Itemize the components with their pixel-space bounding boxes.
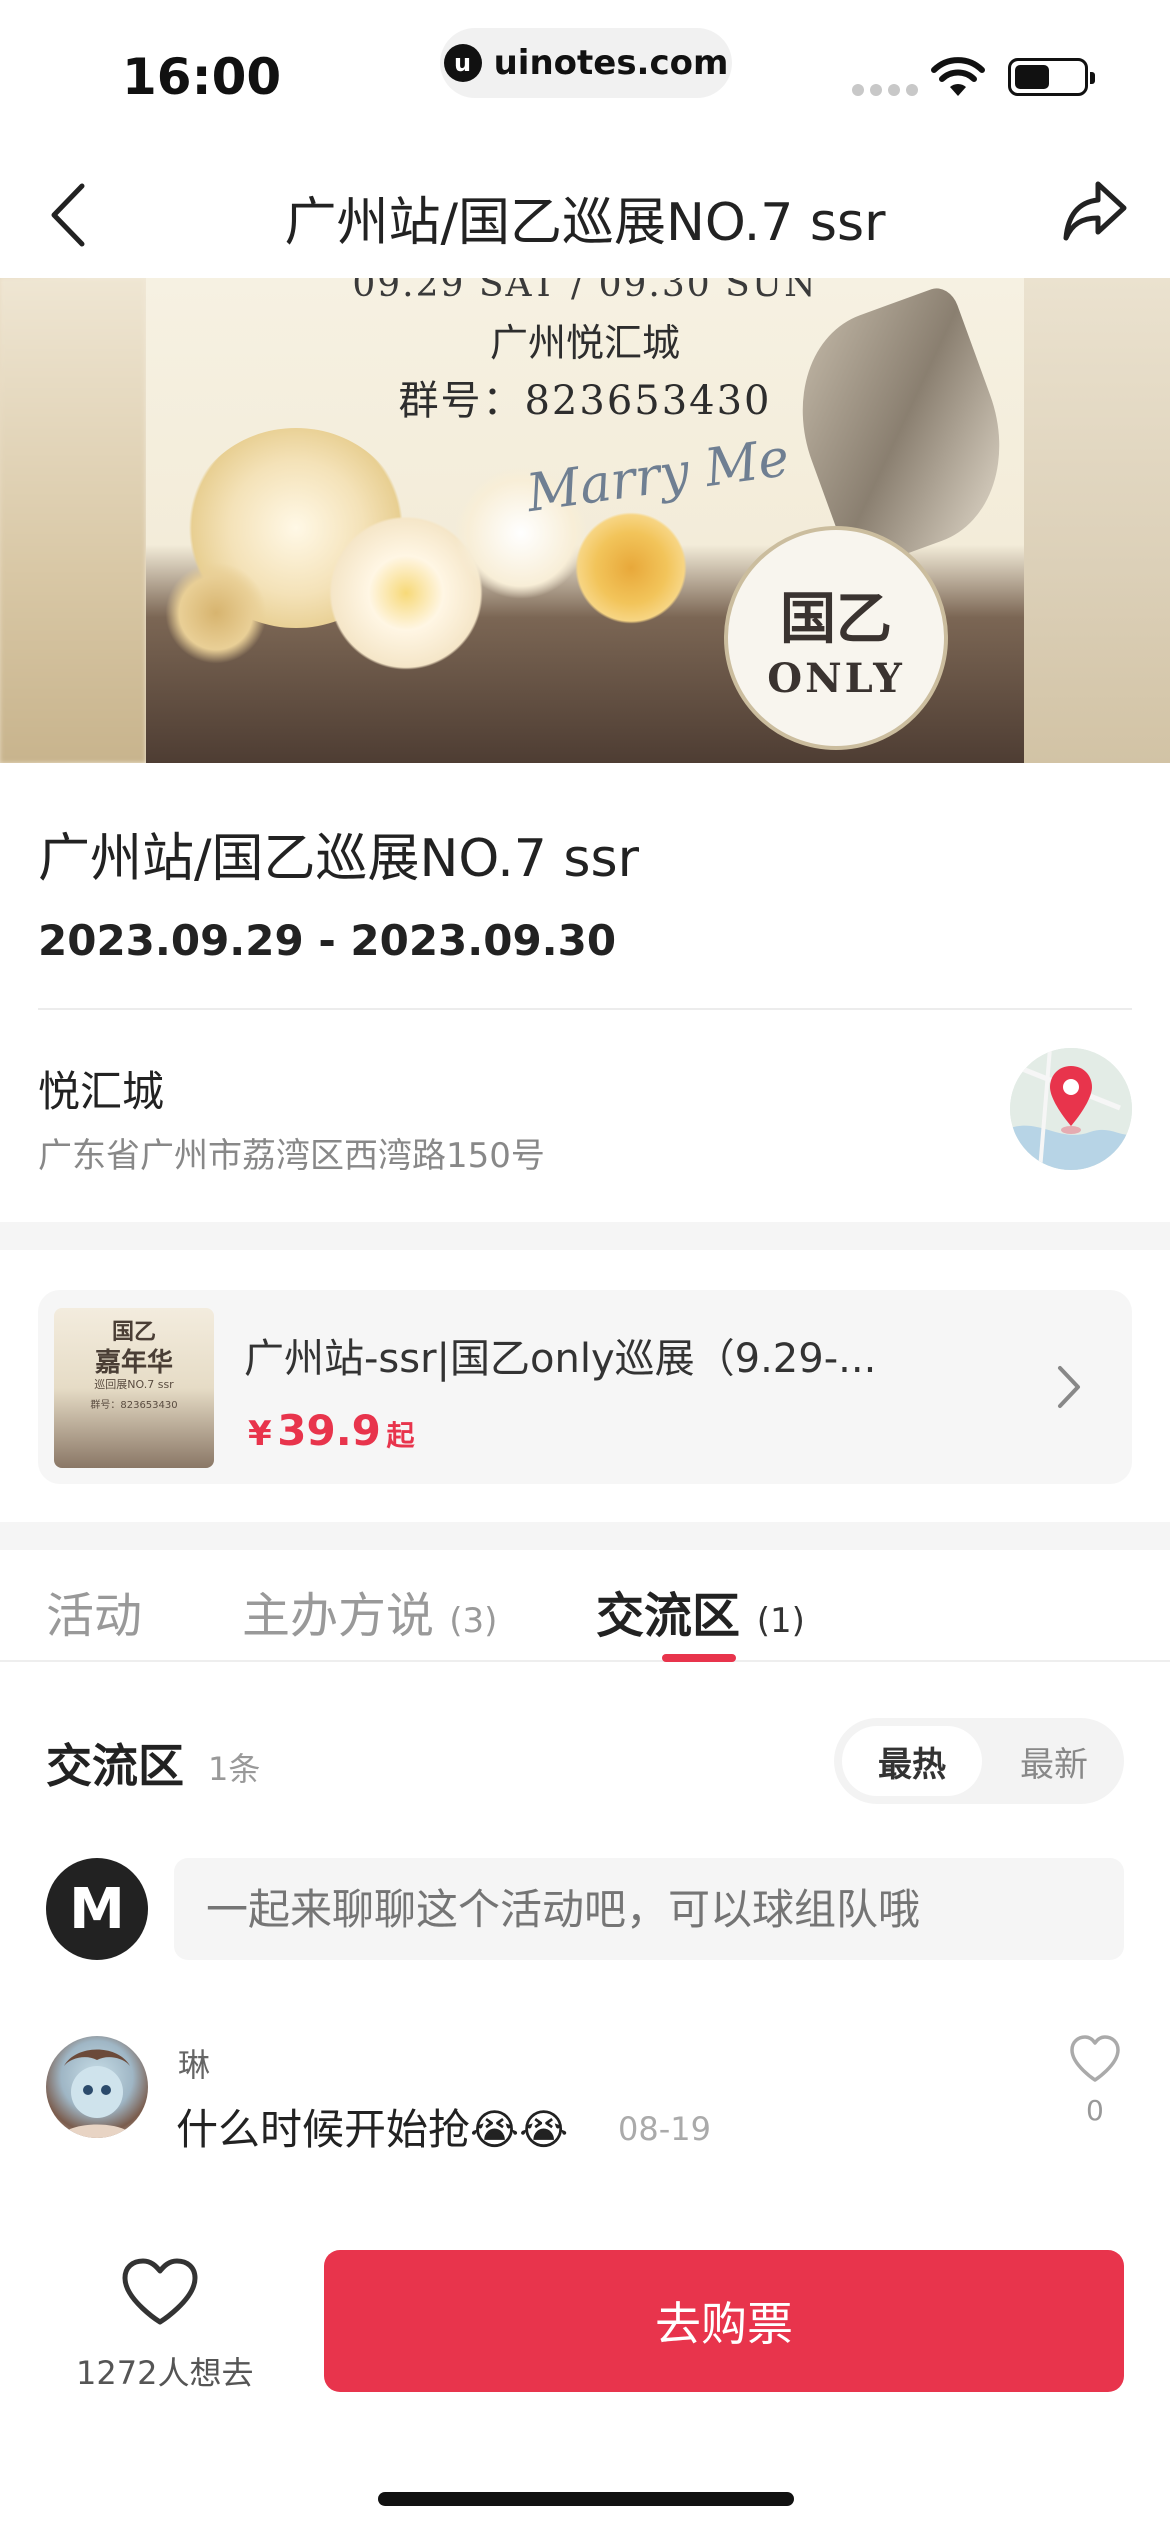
- comment-date: 08-19: [618, 2110, 711, 2148]
- poster-dates: 09.29 SAT / 09.30 SUN: [352, 278, 818, 305]
- sort-toggle: 最热 最新: [834, 1718, 1124, 1804]
- want-count: 1272人想去: [76, 2354, 254, 2392]
- avatar[interactable]: [46, 2036, 148, 2138]
- like-count: 0: [1086, 2094, 1104, 2127]
- share-icon[interactable]: [1060, 178, 1130, 244]
- ticket-card[interactable]: 国乙 嘉年华 巡回展NO.7 ssr 群号：823653430 广州站-ssr|…: [38, 1290, 1132, 1484]
- status-bar: 16:00 u uinotes.com: [0, 0, 1170, 140]
- tab-indicator: [662, 1654, 736, 1662]
- wifi-icon: [931, 57, 985, 96]
- comment-text: 什么时候开始抢😭😭: [176, 2105, 569, 2154]
- tab-label: 活动: [46, 1588, 143, 1644]
- signal-icon: [852, 84, 918, 96]
- status-time: 16:00: [122, 48, 282, 106]
- ticket-thumbnail: 国乙 嘉年华 巡回展NO.7 ssr 群号：823653430: [54, 1308, 214, 1468]
- venue-name[interactable]: 悦汇城: [38, 1058, 164, 1119]
- comments-count: 1条: [208, 1750, 261, 1788]
- section-gap: [0, 1222, 1170, 1250]
- banner-blur-left: [0, 278, 146, 763]
- chevron-right-icon: [1058, 1366, 1080, 1408]
- ticket-price: ¥ 39.9 起: [248, 1406, 414, 1455]
- event-title: 广州站/国乙巡展NO.7 ssr: [38, 829, 639, 889]
- venue-address[interactable]: 广东省广州市荔湾区西湾路150号: [38, 1128, 545, 1177]
- page-title: 广州站/国乙巡展NO.7 ssr: [284, 193, 886, 253]
- site-logo-icon: u: [443, 44, 482, 82]
- thumb-text: 嘉年华: [94, 1348, 173, 1378]
- seal-main-text: 国乙: [780, 586, 892, 652]
- comments-heading: 交流区: [46, 1739, 184, 1793]
- tab-organizer[interactable]: 主办方说 (3): [242, 1576, 497, 1646]
- buy-ticket-button[interactable]: 去购票: [324, 2250, 1124, 2392]
- event-date: 2023.09.29 - 2023.09.30: [38, 916, 617, 965]
- event-banner[interactable]: 09.29 SAT / 09.30 SUN 广州悦汇城 群号：823653430…: [0, 278, 1170, 763]
- heart-icon[interactable]: [120, 2256, 200, 2328]
- price-value: 39.9: [277, 1406, 381, 1455]
- poster-seal: 国乙 ONLY: [724, 526, 948, 750]
- map-pin-icon[interactable]: [1010, 1048, 1132, 1170]
- divider: [38, 1008, 1132, 1010]
- tab-discussion[interactable]: 交流区 (1): [596, 1576, 805, 1646]
- my-avatar: M: [46, 1858, 148, 1960]
- flower-decoration: [566, 508, 696, 628]
- price-suffix: 起: [386, 1419, 415, 1452]
- sort-new-button[interactable]: 最新: [994, 1726, 1114, 1796]
- event-poster: 09.29 SAT / 09.30 SUN 广州悦汇城 群号：823653430…: [146, 278, 1024, 763]
- sort-hot-button[interactable]: 最热: [842, 1726, 982, 1796]
- nav-bar: 广州站/国乙巡展NO.7 ssr: [0, 150, 1170, 280]
- tab-bar: 活动 主办方说 (3) 交流区 (1): [0, 1550, 1170, 1662]
- url-text: uinotes.com: [493, 43, 729, 83]
- banner-blur-right: [1024, 278, 1170, 763]
- tab-activity[interactable]: 活动: [46, 1576, 142, 1646]
- tab-count: (1): [756, 1601, 805, 1641]
- comment-input[interactable]: [174, 1858, 1124, 1960]
- battery-icon: [1008, 58, 1095, 96]
- flower-decoration: [156, 558, 276, 668]
- price-currency: ¥: [248, 1414, 272, 1454]
- tab-label: 主办方说: [242, 1588, 435, 1644]
- tab-label: 交流区: [596, 1588, 741, 1644]
- heart-icon[interactable]: [1068, 2034, 1122, 2084]
- home-indicator: [378, 2492, 794, 2506]
- thumb-text: 巡回展NO.7 ssr: [94, 1378, 174, 1391]
- ticket-name: 广州站-ssr|国乙only巡展（9.29-...: [244, 1336, 877, 1382]
- section-gap: [0, 1522, 1170, 1550]
- url-pill[interactable]: u uinotes.com: [440, 28, 732, 98]
- comment-username: 琳: [178, 2046, 211, 2084]
- thumb-text: 群号：823653430: [90, 1400, 178, 1411]
- seal-sub-text: ONLY: [767, 655, 905, 702]
- tab-count: (3): [449, 1601, 498, 1641]
- poster-script: Marry Me: [523, 427, 793, 525]
